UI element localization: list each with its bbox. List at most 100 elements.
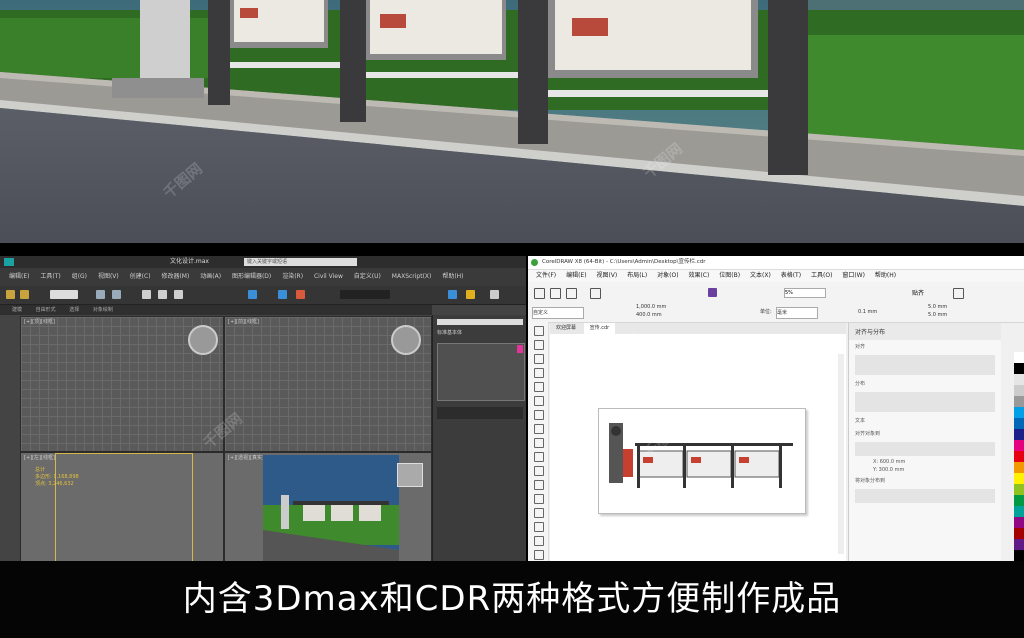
distribute-to-buttons[interactable] (855, 489, 995, 503)
menu-item-text[interactable]: 文本(X) (750, 270, 771, 282)
docker-y-field[interactable]: Y: 300.0 mm (849, 466, 1001, 474)
scale-icon[interactable] (174, 290, 183, 299)
toolbar-more-icon[interactable] (490, 290, 499, 299)
transparency-tool-icon[interactable] (534, 508, 544, 518)
rotate-icon[interactable] (158, 290, 167, 299)
teapot-render-icon[interactable] (466, 290, 475, 299)
open-icon[interactable] (550, 288, 561, 299)
interactive-fill-icon[interactable] (534, 536, 544, 546)
palette-swatch[interactable] (1014, 396, 1024, 407)
menu-item-edit[interactable]: 编辑(E) (9, 268, 29, 286)
connector-tool-icon[interactable] (534, 480, 544, 490)
print-icon[interactable] (590, 288, 601, 299)
drawing-page[interactable] (598, 408, 806, 514)
viewport-left[interactable]: [+][左][线框] 总计 多边形: 1,168,898 顶点: 3,246,6… (20, 452, 224, 561)
menu-item-create[interactable]: 创建(C) (130, 268, 151, 286)
viewport-perspective[interactable]: [+][透视][真实] (224, 452, 432, 561)
duplicate-x-field[interactable]: 5.0 mm (928, 303, 947, 311)
shape-tool-icon[interactable] (534, 340, 544, 350)
palette-swatch[interactable] (1014, 517, 1024, 528)
rectangle-tool-icon[interactable] (534, 410, 544, 420)
units-select[interactable]: 毫米 (776, 307, 818, 319)
viewport-label[interactable]: [+][前][线框] (228, 318, 259, 325)
eyedropper-icon[interactable] (534, 522, 544, 532)
tab-modeling[interactable]: 建模 (12, 305, 22, 315)
menu-item-tools[interactable]: 工具(T) (40, 268, 60, 286)
corel-connect-icon[interactable] (708, 288, 717, 297)
palette-swatch[interactable] (1014, 352, 1024, 363)
move-icon[interactable] (142, 290, 151, 299)
viewcube-icon[interactable] (391, 325, 421, 355)
palette-swatch[interactable] (1014, 429, 1024, 440)
save-icon[interactable] (566, 288, 577, 299)
crop-tool-icon[interactable] (534, 354, 544, 364)
undo-icon[interactable] (6, 290, 15, 299)
artistic-media-icon[interactable] (534, 396, 544, 406)
smart-fill-icon[interactable] (534, 550, 544, 560)
menu-item-group[interactable]: 组(G) (72, 268, 87, 286)
pick-tool-icon[interactable] (534, 326, 544, 336)
palette-swatch[interactable] (1014, 462, 1024, 473)
freehand-tool-icon[interactable] (534, 382, 544, 392)
object-type-select[interactable] (437, 319, 523, 325)
palette-swatch[interactable] (1014, 407, 1024, 418)
named-selection-select[interactable] (340, 290, 390, 299)
palette-swatch[interactable] (1014, 440, 1024, 451)
tab-selection[interactable]: 选择 (69, 305, 79, 315)
page-height-field[interactable]: 400.0 mm (636, 311, 662, 319)
viewcube-icon[interactable] (188, 325, 218, 355)
zoom-tool-icon[interactable] (534, 368, 544, 378)
viewport-label[interactable]: [+][透视][真实] (228, 454, 264, 461)
page-preset-select[interactable]: 自定义 (532, 307, 584, 319)
menu-item-help[interactable]: 帮助(H) (442, 268, 463, 286)
menu-item-rendering[interactable]: 渲染(R) (282, 268, 303, 286)
drawing-canvas[interactable] (550, 334, 846, 561)
menu-item-edit[interactable]: 编辑(E) (566, 270, 586, 282)
viewport-front[interactable]: [+][前][线框] (224, 316, 432, 452)
menu-item-maxscript[interactable]: MAXScript(X) (392, 268, 432, 286)
palette-swatch[interactable] (1014, 506, 1024, 517)
palette-swatch[interactable] (1014, 539, 1024, 550)
menu-item-help[interactable]: 帮助(H) (875, 270, 896, 282)
nudge-distance-field[interactable]: 0.1 mm (858, 302, 877, 322)
menu-item-view[interactable]: 视图(V) (98, 268, 119, 286)
palette-swatch[interactable] (1014, 374, 1024, 385)
cmd-name-color[interactable] (437, 407, 523, 419)
palette-swatch[interactable] (1014, 451, 1024, 462)
vertical-scrollbar[interactable] (838, 354, 844, 554)
select-object-icon[interactable] (96, 290, 105, 299)
palette-swatch[interactable] (1014, 385, 1024, 396)
viewport-label[interactable]: [+][顶][线框] (24, 318, 55, 325)
material-editor-icon[interactable] (278, 290, 287, 299)
duplicate-y-field[interactable]: 5.0 mm (928, 311, 947, 319)
selection-filter-select[interactable] (50, 290, 78, 299)
parallel-dimension-icon[interactable] (534, 466, 544, 476)
menu-item-bitmaps[interactable]: 位图(B) (719, 270, 740, 282)
page-width-field[interactable]: 1,000.0 mm (636, 303, 666, 311)
distribute-buttons[interactable] (855, 392, 995, 412)
render-frame-icon[interactable] (296, 290, 305, 299)
menu-item-object[interactable]: 对象(O) (657, 270, 678, 282)
menu-item-civil-view[interactable]: Civil View (314, 268, 343, 286)
color-palette[interactable] (1014, 352, 1024, 561)
menu-item-view[interactable]: 视图(V) (596, 270, 617, 282)
polygon-tool-icon[interactable] (534, 438, 544, 448)
tab-document[interactable]: 宣传.cdr (583, 323, 616, 334)
render-icon[interactable] (448, 290, 457, 299)
settings-icon[interactable] (953, 288, 964, 299)
text-tool-icon[interactable] (534, 452, 544, 462)
tab-object-paint[interactable]: 对象绘制 (93, 305, 113, 315)
render-setup-icon[interactable] (248, 290, 257, 299)
menu-item-file[interactable]: 文件(F) (536, 270, 556, 282)
palette-swatch[interactable] (1014, 363, 1024, 374)
palette-swatch[interactable] (1014, 528, 1024, 539)
menu-item-animation[interactable]: 动画(A) (200, 268, 221, 286)
palette-swatch[interactable] (1014, 484, 1024, 495)
zoom-level-select[interactable]: 5% (784, 288, 826, 298)
align-to-buttons[interactable] (855, 442, 995, 456)
menu-item-table[interactable]: 表格(T) (781, 270, 801, 282)
tab-freeform[interactable]: 自由形式 (36, 305, 56, 315)
viewcube-icon[interactable] (397, 463, 423, 487)
viewport-label[interactable]: [+][左][线框] (24, 454, 55, 461)
snap-to-menu[interactable]: 贴齐 (912, 288, 924, 297)
